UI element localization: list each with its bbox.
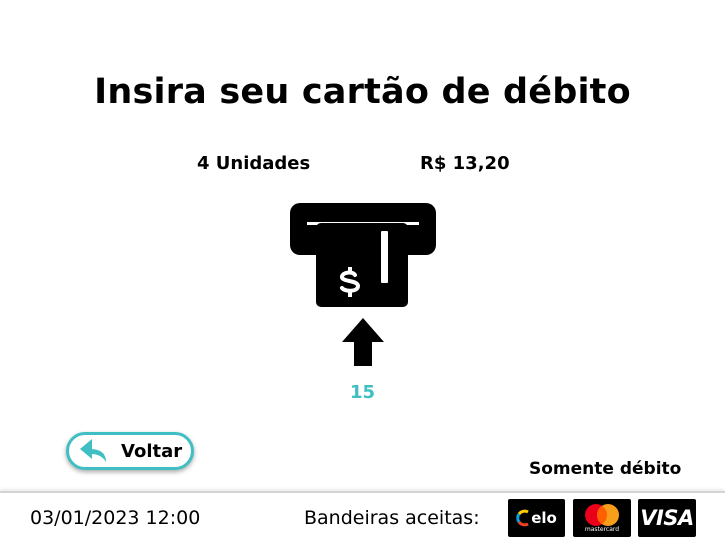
debit-only-notice: Somente débito — [529, 459, 682, 479]
card-insert-icon — [290, 203, 436, 307]
mastercard-circles-icon — [585, 504, 619, 526]
mastercard-label: mastercard — [584, 526, 620, 533]
elo-ring-icon — [516, 509, 529, 527]
countdown-timer: 15 — [349, 382, 376, 403]
back-button-label: Voltar — [121, 440, 183, 462]
footer-bar: 03/01/2023 12:00 Bandeiras aceitas: elo … — [0, 491, 725, 540]
datetime: 03/01/2023 12:00 — [30, 507, 201, 529]
price-label: R$ 13,20 — [420, 153, 510, 174]
reply-arrow-icon — [80, 439, 108, 463]
elo-label: elo — [531, 509, 557, 527]
page-title: Insira seu cartão de débito — [94, 72, 631, 112]
accepted-brands-label: Bandeiras aceitas: — [304, 507, 480, 529]
visa-logo: VISA — [638, 499, 696, 537]
visa-label: VISA — [640, 506, 694, 530]
card-payment-screen: Insira seu cartão de débito 4 Unidades R… — [0, 0, 725, 540]
elo-logo: elo — [508, 499, 565, 537]
mastercard-logo: mastercard — [573, 499, 631, 537]
arrow-up-icon — [342, 318, 384, 366]
quantity-label: 4 Unidades — [197, 153, 311, 174]
back-button[interactable]: Voltar — [66, 432, 194, 470]
